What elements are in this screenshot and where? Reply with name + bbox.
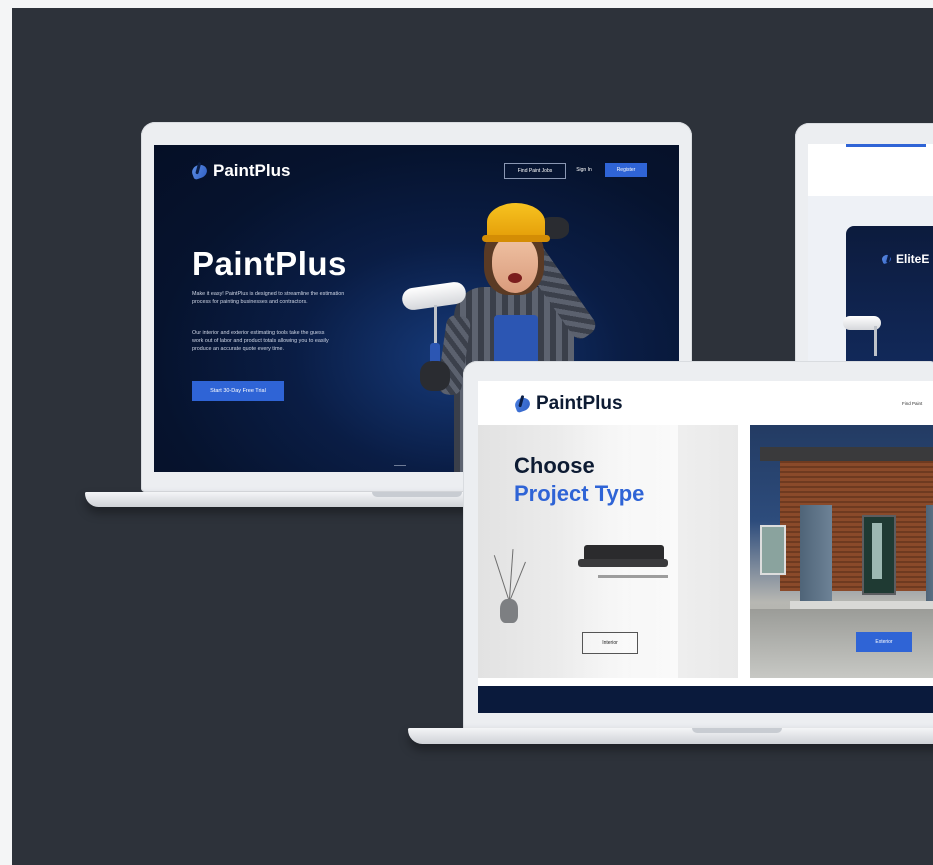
laptop-2-active-tab xyxy=(846,144,926,147)
laptop-3-notch xyxy=(692,728,782,733)
laptop-3-screen: PaintPlus Find Paint Choose Project Type… xyxy=(478,381,933,713)
brush-logo-icon xyxy=(190,162,209,180)
hero-title: PaintPlus xyxy=(192,245,347,282)
hard-hat-brim xyxy=(482,235,550,242)
hero-paragraph-2: Our interior and exterior estimating too… xyxy=(192,330,329,352)
vase-image xyxy=(500,599,518,623)
showcase-canvas: EliteE PaintPlus Find Paint Jobs Sign In… xyxy=(12,8,933,865)
laptop-3-brand: PaintPlus xyxy=(536,393,623,414)
laptop-1-brand: PaintPlus xyxy=(213,161,291,180)
laptop-1-notch xyxy=(372,492,462,497)
painter-mouth xyxy=(508,273,522,283)
sign-in-link[interactable]: Sign In xyxy=(572,163,596,177)
find-paint-jobs-button[interactable]: Find Paint Jobs xyxy=(504,163,566,179)
laptop-3-footer xyxy=(478,686,933,713)
pillar-left xyxy=(800,505,832,601)
hero-paragraph-1: Make it easy! PaintPlus is designed to s… xyxy=(192,291,345,305)
interior-panel[interactable]: Choose Project Type Interior xyxy=(478,425,738,678)
pillar-right xyxy=(926,505,933,601)
coffee-table xyxy=(598,575,668,578)
branch-1 xyxy=(493,555,509,600)
laptop-3-base xyxy=(408,728,933,744)
find-paint-link-partial[interactable]: Find Paint xyxy=(902,401,922,406)
painter-face xyxy=(492,235,538,293)
side-window xyxy=(760,525,786,575)
laptop-1-logo[interactable]: PaintPlus xyxy=(190,161,291,181)
sofa-seat xyxy=(578,559,668,567)
interior-button[interactable]: Interior xyxy=(582,632,638,654)
entry-step xyxy=(790,601,933,609)
exterior-panel[interactable]: Exterior xyxy=(750,425,933,678)
exterior-button[interactable]: Exterior xyxy=(856,632,912,652)
laptop-2-inner-device: EliteE xyxy=(843,226,933,369)
branch-2 xyxy=(510,561,526,600)
door-glass xyxy=(872,523,882,579)
laptop-2-screen: EliteE xyxy=(808,144,933,369)
laptop-3-logo[interactable]: PaintPlus xyxy=(513,393,623,415)
laptop-2-logo: EliteE xyxy=(880,252,930,266)
roller-handle xyxy=(874,326,877,356)
register-button[interactable]: Register xyxy=(605,163,647,177)
painter-glove-holding xyxy=(420,361,450,391)
brush-logo-icon xyxy=(513,395,532,413)
start-trial-button[interactable]: Start 30-Day Free Trial xyxy=(192,381,284,401)
scroll-indicator xyxy=(394,465,406,466)
paint-roller-handle xyxy=(434,305,437,345)
heading-choose: Choose xyxy=(514,453,595,478)
brush-logo-icon xyxy=(880,253,893,265)
house-roof xyxy=(760,447,933,461)
heading-project-type: Project Type xyxy=(514,481,645,506)
laptop-2-brand: EliteE xyxy=(896,252,930,266)
